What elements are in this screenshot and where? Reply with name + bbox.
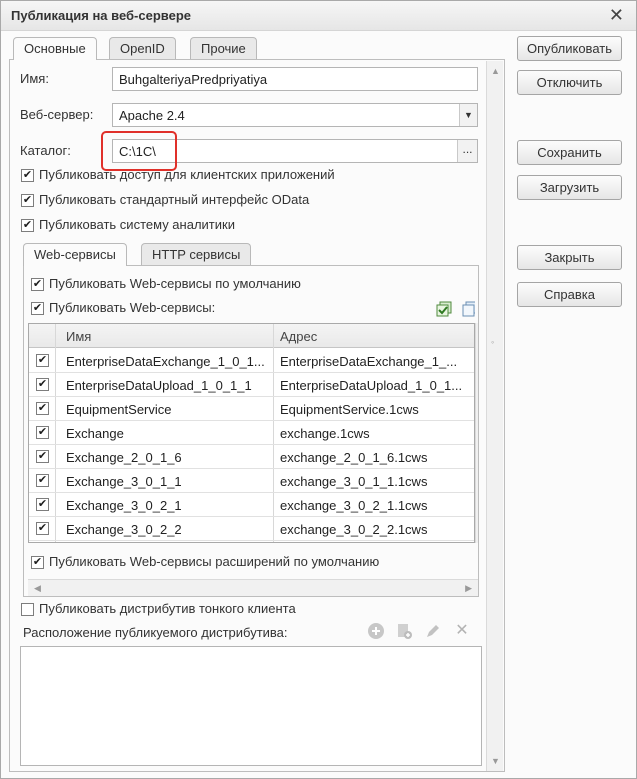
chevron-down-icon[interactable]: ▼ — [459, 104, 477, 126]
row-name: EquipmentService — [66, 402, 172, 417]
scroll-left-icon[interactable]: ◀ — [34, 583, 41, 594]
table-row[interactable]: ✔ Exchange_2_0_1_6 exchange_2_0_1_6.1cws — [29, 445, 474, 469]
highlight-box — [101, 131, 177, 171]
client-access-label: Публиковать доступ для клиентских прилож… — [39, 167, 335, 182]
add-icon[interactable] — [367, 622, 385, 640]
uncheck-all-icon[interactable] — [461, 300, 475, 318]
row-checkbox[interactable]: ✔ — [36, 426, 49, 439]
table-row[interactable]: ✔ Exchange_3_0_2_1 exchange_3_0_2_1.1cws — [29, 493, 474, 517]
row-name: Exchange_2_0_1_6 — [66, 450, 182, 465]
table-row[interactable]: ✔ EnterpriseDataExchange_1_0_1... Enterpri… — [29, 349, 474, 373]
title-bar: Публикация на веб-сервере ✕ — [1, 1, 636, 31]
thin-client-label: Публиковать дистрибутив тонкого клиента — [39, 601, 296, 616]
scroll-down-icon[interactable]: ▼ — [491, 756, 500, 766]
name-value: BuhgalteriyaPredpriyatiya — [119, 72, 268, 87]
server-select[interactable]: Apache 2.4 ▼ — [112, 103, 478, 127]
server-label: Веб-сервер: — [20, 107, 94, 122]
scroll-up-icon[interactable]: ▲ — [491, 66, 500, 76]
checkbox-client-access[interactable]: ✔ — [21, 169, 34, 182]
help-button[interactable]: Справка — [517, 282, 622, 307]
tab-web-services[interactable]: Web-сервисы — [23, 243, 127, 266]
row-name: EnterpriseDataUpload_1_0_1_1 — [66, 378, 252, 393]
close-button[interactable]: Закрыть — [517, 245, 622, 270]
close-icon[interactable]: ✕ — [609, 5, 624, 26]
row-address: EnterpriseDataExchange_1_... — [280, 354, 458, 369]
row-name: EnterpriseDataExchange_1_0_1... — [66, 354, 265, 369]
table-row[interactable]: ✔ Exchange_3_0_2_2 exchange_3_0_2_2.1cws — [29, 517, 474, 541]
row-address: exchange_2_0_1_6.1cws — [280, 450, 428, 465]
scroll-right-icon[interactable]: ▶ — [465, 583, 472, 594]
name-label: Имя: — [20, 71, 49, 86]
row-checkbox[interactable]: ✔ — [36, 378, 49, 391]
checkbox-thin-client[interactable] — [21, 603, 34, 616]
row-checkbox[interactable]: ✔ — [36, 402, 49, 415]
tab-main[interactable]: Основные — [13, 37, 97, 60]
row-checkbox[interactable]: ✔ — [36, 450, 49, 463]
tab-openid[interactable]: OpenID — [109, 37, 176, 59]
table-row[interactable]: ✔ EquipmentService EquipmentService.1cws — [29, 397, 474, 421]
copy-icon[interactable] — [395, 622, 413, 640]
checkbox-ws-default[interactable]: ✔ — [31, 278, 44, 291]
tab-other[interactable]: Прочие — [190, 37, 257, 59]
row-name: Exchange_3_0_1_1 — [66, 474, 182, 489]
ws-publish-label: Публиковать Web-сервисы: — [49, 300, 216, 315]
row-address: EquipmentService.1cws — [280, 402, 419, 417]
analytics-label: Публиковать систему аналитики — [39, 217, 235, 232]
delete-icon[interactable]: ✕ — [453, 622, 471, 640]
row-name: Exchange_3_0_2_1 — [66, 498, 182, 513]
column-header-name[interactable]: Имя — [66, 329, 91, 344]
table-scrollbar[interactable] — [475, 323, 478, 543]
distribution-location-list[interactable] — [20, 646, 482, 766]
row-address: exchange_3_0_2_2.1cws — [280, 522, 428, 537]
window-title: Публикация на веб-сервере — [11, 8, 192, 23]
row-address: exchange_3_0_2_1.1cws — [280, 498, 428, 513]
ws-extensions-label: Публиковать Web-сервисы расширений по ум… — [49, 554, 380, 569]
column-header-address[interactable]: Адрес — [280, 329, 317, 344]
scroll-thumb-icon[interactable]: ◦ — [491, 337, 494, 347]
table-row[interactable]: ✔ Exchange exchange.1cws — [29, 421, 474, 445]
row-checkbox[interactable]: ✔ — [36, 354, 49, 367]
publication-dialog: Публикация на веб-сервере ✕ Основные Ope… — [0, 0, 637, 779]
row-name: Exchange_3_0_2_2 — [66, 522, 182, 537]
main-vertical-scrollbar[interactable]: ▲ ◦ ▼ — [486, 61, 503, 771]
distribution-location-label: Расположение публикуемого дистрибутива: — [23, 625, 288, 640]
web-services-table: Имя Адрес ✔ EnterpriseDataExchange_1_0_1.… — [28, 323, 475, 543]
edit-icon[interactable] — [424, 622, 442, 640]
tab-http-services[interactable]: HTTP сервисы — [141, 243, 252, 265]
row-address: EnterpriseDataUpload_1_0_1... — [280, 378, 463, 393]
publish-button[interactable]: Опубликовать — [517, 36, 622, 61]
disable-button[interactable]: Отключить — [517, 70, 622, 95]
table-header: Имя Адрес — [29, 324, 474, 348]
row-name: Exchange — [66, 426, 124, 441]
browse-button[interactable]: ... — [457, 140, 477, 162]
checkbox-ws-publish[interactable]: ✔ — [31, 302, 44, 315]
ws-default-label: Публиковать Web-сервисы по умолчанию — [49, 276, 301, 291]
checkbox-analytics[interactable]: ✔ — [21, 219, 34, 232]
server-value: Apache 2.4 — [119, 108, 185, 123]
row-checkbox[interactable]: ✔ — [36, 474, 49, 487]
table-row[interactable]: ✔ EnterpriseDataUpload_1_0_1_1 EnterpriseD… — [29, 373, 474, 397]
checkbox-odata[interactable]: ✔ — [21, 194, 34, 207]
row-checkbox[interactable]: ✔ — [36, 498, 49, 511]
catalog-label: Каталог: — [20, 143, 71, 158]
table-row[interactable]: ✔ Exchange_3_0_1_1 exchange_3_0_1_1.1cws — [29, 469, 474, 493]
name-field[interactable]: BuhgalteriyaPredpriyatiya — [112, 67, 478, 91]
row-checkbox[interactable]: ✔ — [36, 522, 49, 535]
load-button[interactable]: Загрузить — [517, 175, 622, 200]
check-all-icon[interactable] — [435, 300, 453, 318]
save-button[interactable]: Сохранить — [517, 140, 622, 165]
checkbox-ws-extensions[interactable]: ✔ — [31, 556, 44, 569]
odata-label: Публиковать стандартный интерфейс OData — [39, 192, 310, 207]
row-address: exchange.1cws — [280, 426, 370, 441]
row-address: exchange_3_0_1_1.1cws — [280, 474, 428, 489]
horizontal-scrollbar[interactable]: ◀ ▶ — [28, 579, 478, 596]
